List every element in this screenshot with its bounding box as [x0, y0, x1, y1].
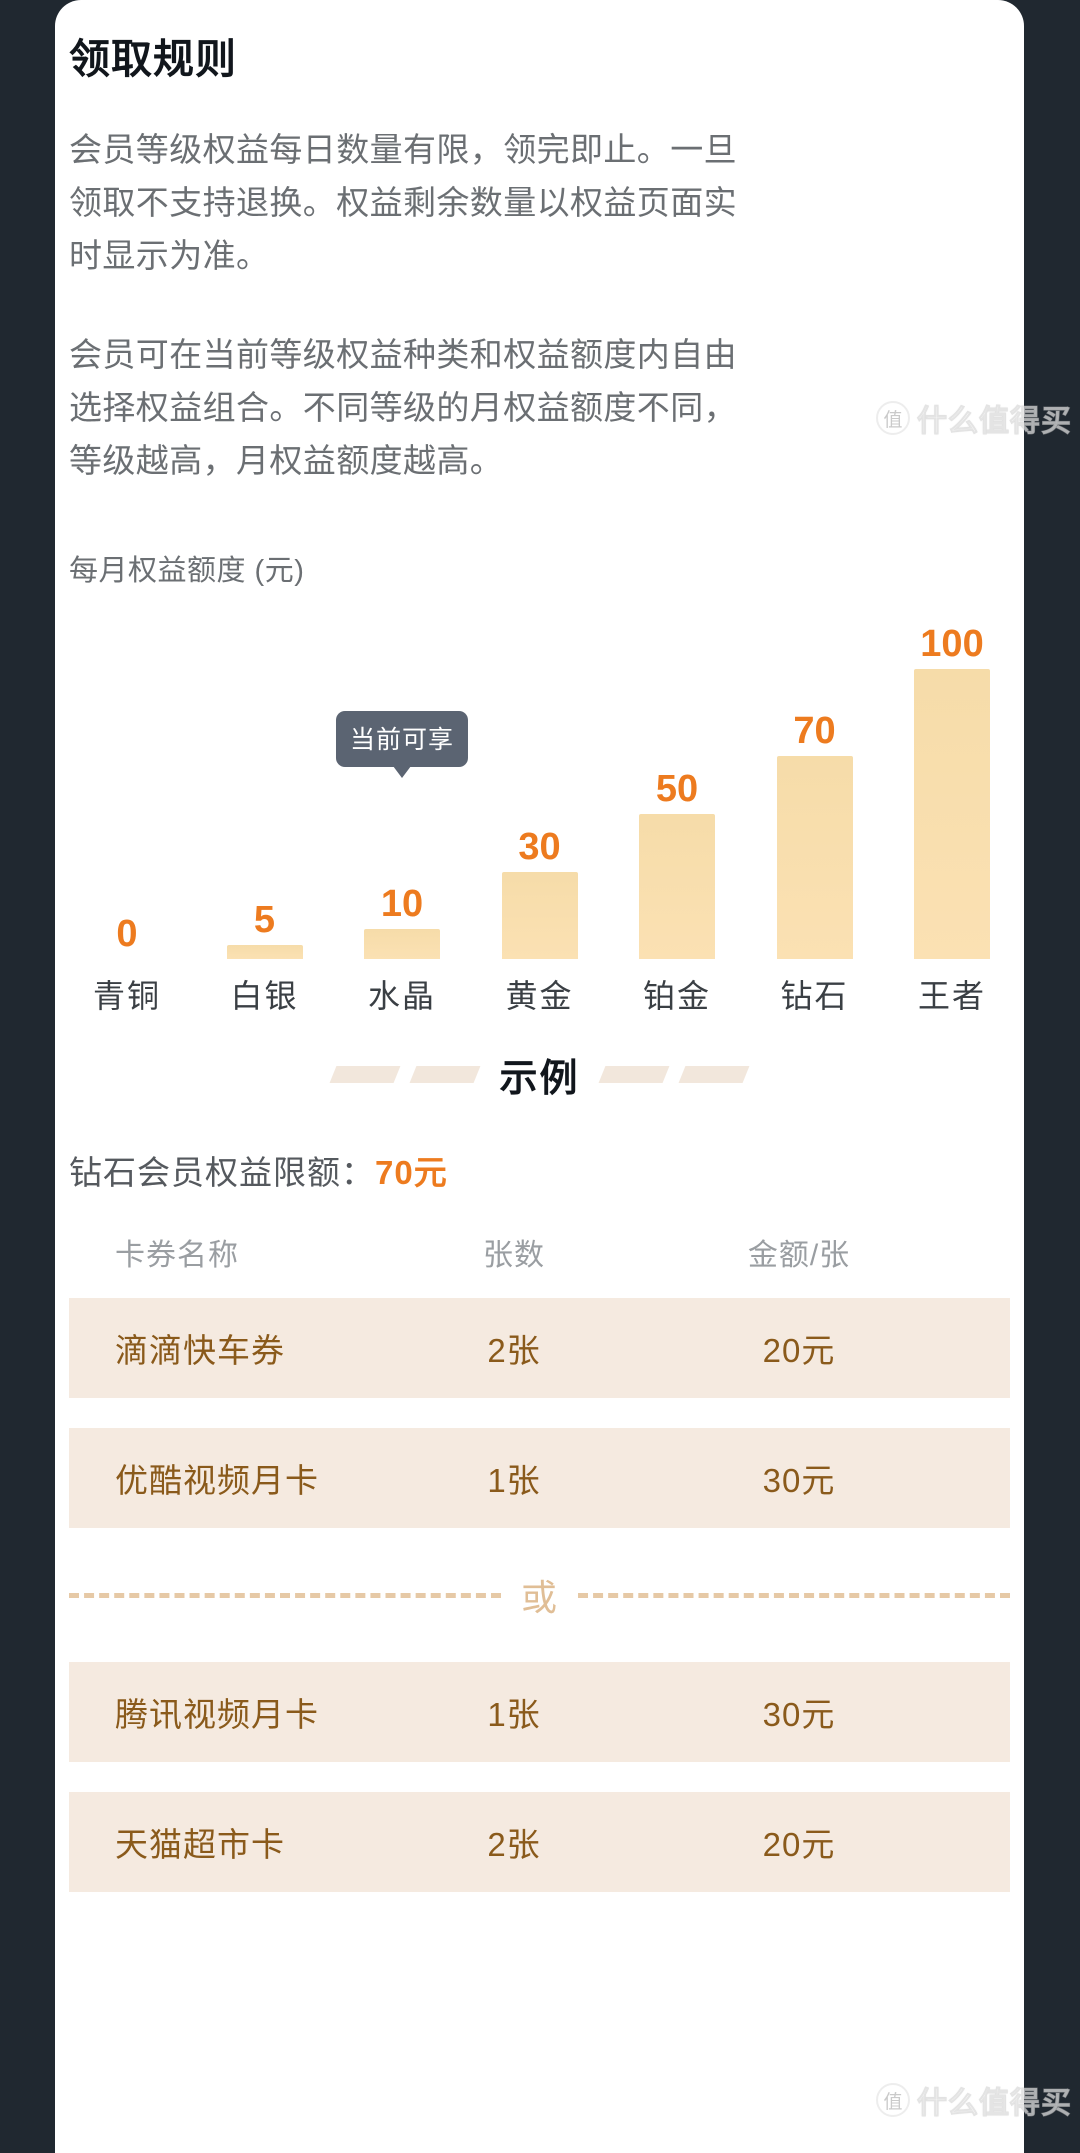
cell-coupon-count: 2张	[487, 1826, 541, 1863]
bar-column-zuanshi: 70 钻石	[755, 599, 875, 1014]
cell-coupon-name: 优酷视频月卡	[115, 1462, 319, 1499]
page-title: 领取规则	[69, 36, 237, 82]
rules-card: 领取规则 会员等级权益每日数量有限，领完即止。一旦领取不支持退换。权益剩余数量以…	[55, 0, 1024, 2153]
bar-label-zuanshi: 钻石	[780, 978, 849, 1014]
cell-coupon-amount: 20元	[762, 1826, 836, 1863]
sample-divider: 示例	[55, 1047, 1024, 1102]
monthly-quota-bar-chart: 0 青铜 5 白银 当前可享 10 水晶 30 黄金 50 铂金 70 钻石 1…	[55, 599, 1024, 1014]
bar-bojin	[639, 814, 715, 959]
cell-coupon-name: 滴滴快车券	[115, 1332, 285, 1369]
or-divider: 或	[69, 1558, 1011, 1632]
dashed-line-right	[578, 1592, 1011, 1598]
divider-slashes-right	[598, 1066, 749, 1083]
bar-column-shuijing: 当前可享 10 水晶	[335, 599, 469, 1014]
or-label: 或	[521, 1577, 559, 1618]
bar-label-baiyin: 白银	[230, 978, 299, 1014]
bar-huangjin	[501, 872, 578, 959]
table-row: 腾讯视频月卡 1张 30元	[69, 1662, 1010, 1762]
limit-value: 70元	[375, 1154, 448, 1191]
cell-coupon-name: 腾讯视频月卡	[115, 1696, 319, 1733]
table-row: 优酷视频月卡 1张 30元	[69, 1428, 1010, 1528]
table-header-name: 卡券名称	[115, 1239, 239, 1272]
bar-baiyin	[226, 945, 303, 959]
table-header-count: 张数	[483, 1239, 545, 1272]
slash-mark	[598, 1066, 669, 1083]
rules-paragraph-1: 会员等级权益每日数量有限，领完即止。一旦领取不支持退换。权益剩余数量以权益页面实…	[69, 131, 737, 274]
bar-label-shuijing: 水晶	[367, 978, 436, 1014]
bar-value-bojin: 50	[655, 768, 699, 810]
rules-paragraph-2: 会员可在当前等级权益种类和权益额度内自由选择权益组合。不同等级的月权益额度不同，…	[69, 336, 737, 479]
bar-value-shuijing: 10	[380, 883, 424, 925]
bar-value-huangjin: 30	[518, 826, 561, 868]
bar-wangzhe	[914, 669, 990, 959]
current-tier-tooltip: 当前可享	[335, 711, 469, 778]
bar-label-qingtong: 青铜	[92, 978, 161, 1014]
cell-coupon-count: 2张	[487, 1332, 541, 1369]
bar-shuijing	[364, 929, 440, 959]
coupon-table: 卡券名称 张数 金额/张 滴滴快车券 2张 20元 优酷视频月卡 1张 30元 …	[55, 1230, 1024, 1892]
bar-zuanshi	[776, 756, 853, 959]
table-row: 滴滴快车券 2张 20元	[69, 1298, 1010, 1398]
bar-label-bojin: 铂金	[642, 978, 711, 1014]
slash-mark	[410, 1066, 481, 1083]
cell-coupon-amount: 30元	[762, 1696, 836, 1733]
cell-coupon-name: 天猫超市卡	[115, 1826, 285, 1863]
bar-column-baiyin: 5 白银	[205, 599, 325, 1014]
bar-column-bojin: 50 铂金	[617, 599, 737, 1014]
divider-slashes-left	[330, 1066, 481, 1083]
table-header-amount: 金额/张	[747, 1239, 851, 1272]
bar-column-huangjin: 30 黄金	[480, 599, 600, 1014]
bar-value-wangzhe: 100	[920, 623, 984, 665]
cell-coupon-amount: 20元	[762, 1332, 836, 1369]
bar-label-huangjin: 黄金	[505, 978, 574, 1014]
cell-coupon-count: 1张	[487, 1696, 541, 1733]
table-header-row: 卡券名称 张数 金额/张	[55, 1230, 1024, 1274]
slash-mark	[330, 1066, 401, 1083]
cell-coupon-amount: 30元	[762, 1462, 836, 1499]
screen-root: 领取规则 会员等级权益每日数量有限，领完即止。一旦领取不支持退换。权益剩余数量以…	[0, 0, 1080, 2153]
bar-label-wangzhe: 王者	[917, 978, 986, 1014]
bar-column-wangzhe: 100 王者	[892, 599, 1012, 1014]
chart-caption: 每月权益额度 (元)	[69, 555, 305, 587]
limit-prefix-label: 钻石会员权益限额：	[69, 1154, 375, 1191]
slash-mark	[678, 1066, 749, 1083]
bar-value-qingtong: 0	[116, 913, 138, 955]
bar-value-baiyin: 5	[253, 899, 276, 941]
bar-column-qingtong: 0 青铜	[67, 599, 187, 1014]
table-row: 天猫超市卡 2张 20元	[69, 1792, 1010, 1892]
dashed-line-left	[69, 1592, 501, 1598]
sample-label: 示例	[499, 1058, 580, 1100]
diamond-limit-line: 钻石会员权益限额：70元	[69, 1146, 1024, 1194]
bar-value-zuanshi: 70	[793, 710, 836, 752]
cell-coupon-count: 1张	[487, 1462, 541, 1499]
